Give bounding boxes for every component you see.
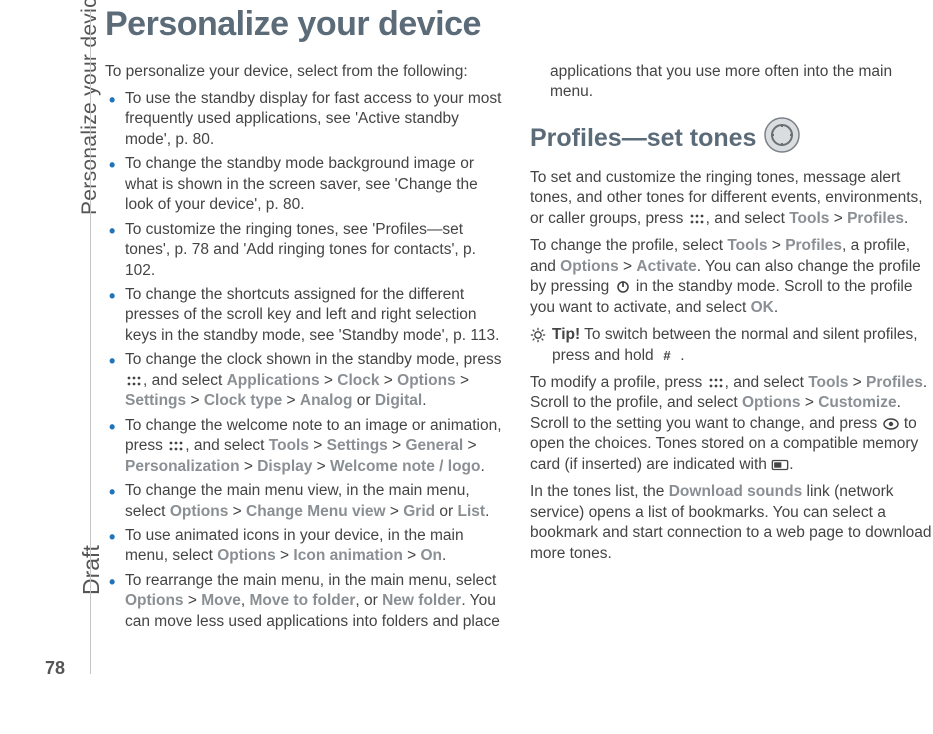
list-item: To change the shortcuts assigned for the… bbox=[105, 285, 508, 346]
profiles-para-3: To modify a profile, press , and select … bbox=[530, 373, 933, 475]
scroll-key-icon bbox=[882, 417, 900, 431]
svg-text:#: # bbox=[663, 348, 671, 362]
hash-key-icon: # bbox=[658, 348, 676, 362]
memory-card-icon bbox=[771, 458, 789, 472]
list-item: To customize the ringing tones, see 'Pro… bbox=[105, 220, 508, 281]
list-item: To use the standby display for fast acce… bbox=[105, 89, 508, 150]
page-number: 78 bbox=[45, 658, 65, 679]
draft-label-vertical: Draft bbox=[78, 545, 105, 595]
margin-divider bbox=[90, 10, 91, 674]
list-item: To change the clock shown in the standby… bbox=[105, 350, 508, 411]
apps-key-icon bbox=[707, 376, 725, 390]
profiles-para-1: To set and customize the ringing tones, … bbox=[530, 168, 933, 229]
intro-text: To personalize your device, select from … bbox=[105, 62, 508, 83]
apps-key-icon bbox=[688, 212, 706, 226]
power-key-icon bbox=[614, 280, 632, 294]
tip-block: Tip! To switch between the normal and si… bbox=[530, 325, 933, 366]
list-item: To use animated icons in your device, in… bbox=[105, 526, 508, 567]
apps-key-icon bbox=[167, 439, 185, 453]
profiles-heading: Profiles—set tones bbox=[530, 117, 933, 160]
profiles-heading-text: Profiles—set tones bbox=[530, 124, 756, 153]
tip-icon bbox=[530, 327, 546, 349]
list-item: To change the welcome note to an image o… bbox=[105, 416, 508, 477]
list-item: To change the standby mode background im… bbox=[105, 154, 508, 215]
page-title: Personalize your device bbox=[105, 5, 933, 44]
tip-text: Tip! To switch between the normal and si… bbox=[552, 326, 918, 363]
profiles-icon bbox=[764, 117, 800, 160]
profiles-para-2: To change the profile, select Tools > Pr… bbox=[530, 236, 933, 318]
page-content: Personalize your device To personalize y… bbox=[105, 5, 933, 645]
apps-key-icon bbox=[125, 374, 143, 388]
list-item: To change the main menu view, in the mai… bbox=[105, 481, 508, 522]
profiles-para-4: In the tones list, the Download sounds l… bbox=[530, 482, 933, 564]
left-margin: Personalize your device Draft 78 bbox=[0, 0, 90, 734]
